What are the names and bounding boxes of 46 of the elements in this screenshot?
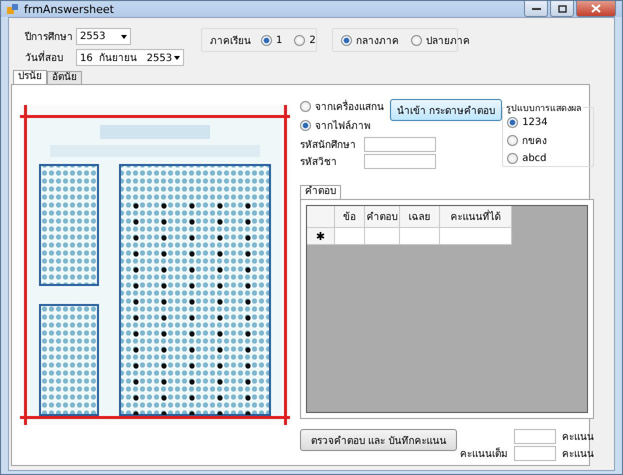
window-title: frmAnswersheet — [24, 2, 114, 16]
app-icon — [7, 3, 19, 15]
column-header[interactable]: คะแนนที่ได้ — [440, 206, 512, 228]
field-label: รหัสวิชา — [300, 156, 338, 169]
answers-tab[interactable]: คำตอบ — [300, 185, 341, 199]
radio-button[interactable]: จากเครื่องแสกน — [300, 99, 384, 114]
table-cell[interactable] — [400, 228, 440, 245]
input-field[interactable] — [364, 154, 436, 169]
field-label: ปีการศึกษา — [25, 30, 70, 44]
column-header[interactable]: เฉลย — [400, 206, 440, 228]
check-and-save-button[interactable]: ตรวจคำตอบ และ บันทึกคะแนน — [300, 429, 458, 451]
field-label: รหัสนักศึกษา — [300, 139, 357, 152]
group-label: ภาคเรียน — [210, 34, 251, 48]
field-label: วันที่สอบ — [25, 50, 70, 65]
field-label: คะแนนเต็ม — [460, 446, 508, 461]
radio-button[interactable]: กลางภาค — [341, 32, 399, 48]
column-header[interactable]: ข้อ — [335, 206, 365, 228]
restore-icon — [558, 4, 566, 12]
full-score-field[interactable] — [514, 446, 556, 461]
radio-button[interactable]: กขคง — [507, 132, 548, 148]
row-header-corner — [307, 206, 335, 228]
table-cell[interactable] — [335, 228, 365, 245]
new-row-marker: ✱ — [307, 228, 335, 245]
year-dropdown[interactable]: 2553 — [76, 28, 131, 45]
score-field[interactable] — [514, 429, 556, 444]
radio-button[interactable]: ปลายภาค — [411, 32, 470, 48]
unit-label: คะแนน — [562, 431, 594, 444]
close-button[interactable] — [576, 1, 616, 17]
column-header[interactable]: คำตอบ — [365, 206, 400, 228]
radio-button[interactable]: abcd — [507, 152, 548, 164]
radio-button[interactable]: จากไฟล์ภาพ — [300, 118, 384, 133]
tab[interactable]: อัตนัย — [47, 71, 82, 84]
date-picker[interactable]: 16 กันยายน 2553 — [76, 49, 184, 66]
radio-button[interactable]: 1234 — [507, 116, 548, 128]
unit-label: คะแนน — [562, 448, 594, 461]
caret-icon — [121, 34, 127, 38]
import-button[interactable]: นำเข้า กระดาษคำตอบ — [390, 99, 502, 121]
caret-icon — [174, 56, 180, 60]
restore-button[interactable] — [550, 1, 574, 17]
minimize-button[interactable] — [524, 1, 548, 17]
table-cell[interactable] — [440, 228, 512, 245]
tab[interactable]: ปรนัย — [13, 70, 47, 84]
close-icon — [591, 4, 601, 13]
minimize-icon — [532, 6, 540, 10]
input-field[interactable] — [364, 137, 436, 152]
table-cell[interactable] — [365, 228, 400, 245]
